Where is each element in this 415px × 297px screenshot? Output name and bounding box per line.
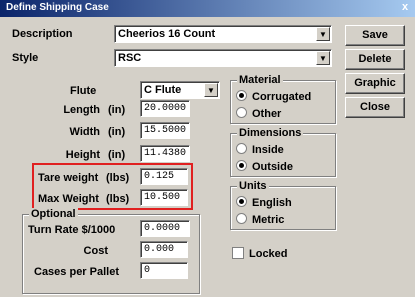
tare-weight-input[interactable]: 0.125 [140, 168, 188, 185]
width-label: Width [69, 126, 100, 138]
flute-value: C Flute [144, 84, 182, 96]
length-input[interactable]: 20.0000 [140, 100, 190, 117]
material-legend: Material [237, 74, 283, 86]
chevron-down-icon[interactable]: ▼ [204, 83, 218, 97]
radio-outside[interactable]: Outside [236, 160, 293, 173]
window-title: Define Shipping Case [6, 2, 109, 13]
height-unit: (in) [108, 149, 126, 161]
title-bar: Define Shipping Case x [0, 0, 415, 17]
style-combo[interactable]: RSC ▼ [114, 49, 332, 67]
description-combo[interactable]: Cheerios 16 Count ▼ [114, 25, 332, 43]
style-value: RSC [118, 52, 142, 64]
radio-on-icon [236, 196, 247, 207]
radio-on-icon [236, 90, 247, 101]
length-label: Length [63, 104, 100, 116]
chevron-down-icon[interactable]: ▼ [316, 51, 330, 65]
radio-english[interactable]: English [236, 196, 292, 209]
turn-rate-label: Turn Rate $/1000 [28, 224, 116, 236]
close-window-icon[interactable]: x [398, 1, 412, 14]
close-button[interactable]: Close [345, 97, 405, 118]
cases-per-pallet-input[interactable]: 0 [140, 262, 188, 279]
checkbox-icon [232, 247, 244, 259]
description-value: Cheerios 16 Count [118, 28, 216, 40]
tare-weight-unit: (lbs) [106, 172, 130, 184]
turn-rate-input[interactable]: 0.0000 [140, 220, 190, 237]
save-button[interactable]: Save [345, 25, 405, 46]
graphic-button[interactable]: Graphic [345, 73, 405, 94]
radio-corrugated[interactable]: Corrugated [236, 90, 311, 103]
dimensions-legend: Dimensions [237, 127, 304, 139]
optional-legend: Optional [29, 208, 78, 220]
width-unit: (in) [108, 126, 126, 138]
radio-on-icon [236, 160, 247, 171]
height-label: Height [65, 149, 100, 161]
chevron-down-icon[interactable]: ▼ [316, 27, 330, 41]
radio-other[interactable]: Other [236, 107, 281, 120]
style-label: Style [12, 52, 39, 64]
radio-inside[interactable]: Inside [236, 143, 284, 156]
radio-off-icon [236, 213, 247, 224]
cost-input[interactable]: 0.000 [140, 241, 188, 258]
width-input[interactable]: 15.5000 [140, 122, 190, 139]
flute-combo[interactable]: C Flute ▼ [140, 81, 220, 99]
max-weight-unit: (lbs) [106, 193, 130, 205]
radio-off-icon [236, 143, 247, 154]
cases-per-pallet-label: Cases per Pallet [34, 266, 119, 278]
dialog-window: Define Shipping Case x Description Cheer… [0, 0, 415, 297]
tare-weight-label: Tare weight [38, 172, 99, 184]
radio-off-icon [236, 107, 247, 118]
cost-label: Cost [83, 245, 108, 257]
max-weight-label: Max Weight [38, 193, 99, 205]
locked-checkbox[interactable]: Locked [232, 247, 288, 260]
height-input[interactable]: 11.4380 [140, 145, 190, 162]
length-unit: (in) [108, 104, 126, 116]
description-label: Description [12, 28, 73, 40]
delete-button[interactable]: Delete [345, 49, 405, 70]
flute-label: Flute [70, 85, 97, 97]
units-legend: Units [237, 180, 269, 192]
max-weight-input[interactable]: 10.500 [140, 189, 188, 206]
radio-metric[interactable]: Metric [236, 213, 284, 226]
